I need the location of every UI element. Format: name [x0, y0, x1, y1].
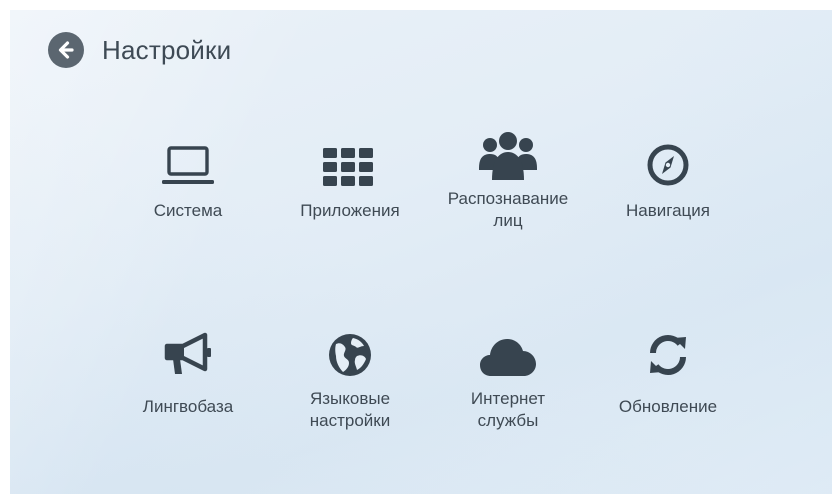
settings-screen: Настройки Система Приложения Распознаван… — [10, 10, 832, 494]
tile-apps[interactable]: Приложения — [275, 136, 425, 222]
tile-update[interactable]: Обновление — [593, 326, 743, 418]
tile-label: Приложения — [300, 201, 400, 220]
globe-icon — [275, 326, 425, 378]
tile-internet-services[interactable]: Интернет службы — [433, 326, 583, 432]
header: Настройки — [48, 32, 231, 68]
bullhorn-icon — [113, 326, 263, 378]
back-button[interactable] — [48, 32, 84, 68]
tile-label: Языковые настройки — [309, 389, 391, 430]
tile-system[interactable]: Система — [113, 136, 263, 222]
tile-label: Система — [153, 201, 223, 220]
tile-lingvobase[interactable]: Лингвобаза — [113, 326, 263, 418]
tile-label: Обновление — [618, 397, 718, 416]
tile-language-settings[interactable]: Языковые настройки — [275, 326, 425, 432]
tile-label: Распознавание лиц — [447, 189, 569, 230]
laptop-icon — [113, 136, 263, 188]
users-icon — [433, 130, 583, 182]
tile-label: Интернет службы — [470, 389, 546, 430]
tile-label: Лингвобаза — [142, 397, 234, 416]
compass-icon — [593, 136, 743, 188]
tile-label: Навигация — [626, 201, 710, 220]
grid-icon — [275, 136, 425, 188]
tile-face-recognition[interactable]: Распознавание лиц — [433, 130, 583, 232]
cloud-icon — [433, 326, 583, 378]
tile-navigation[interactable]: Навигация — [593, 136, 743, 222]
refresh-icon — [593, 326, 743, 378]
page-title: Настройки — [102, 34, 232, 65]
arrow-left-icon — [55, 39, 77, 61]
